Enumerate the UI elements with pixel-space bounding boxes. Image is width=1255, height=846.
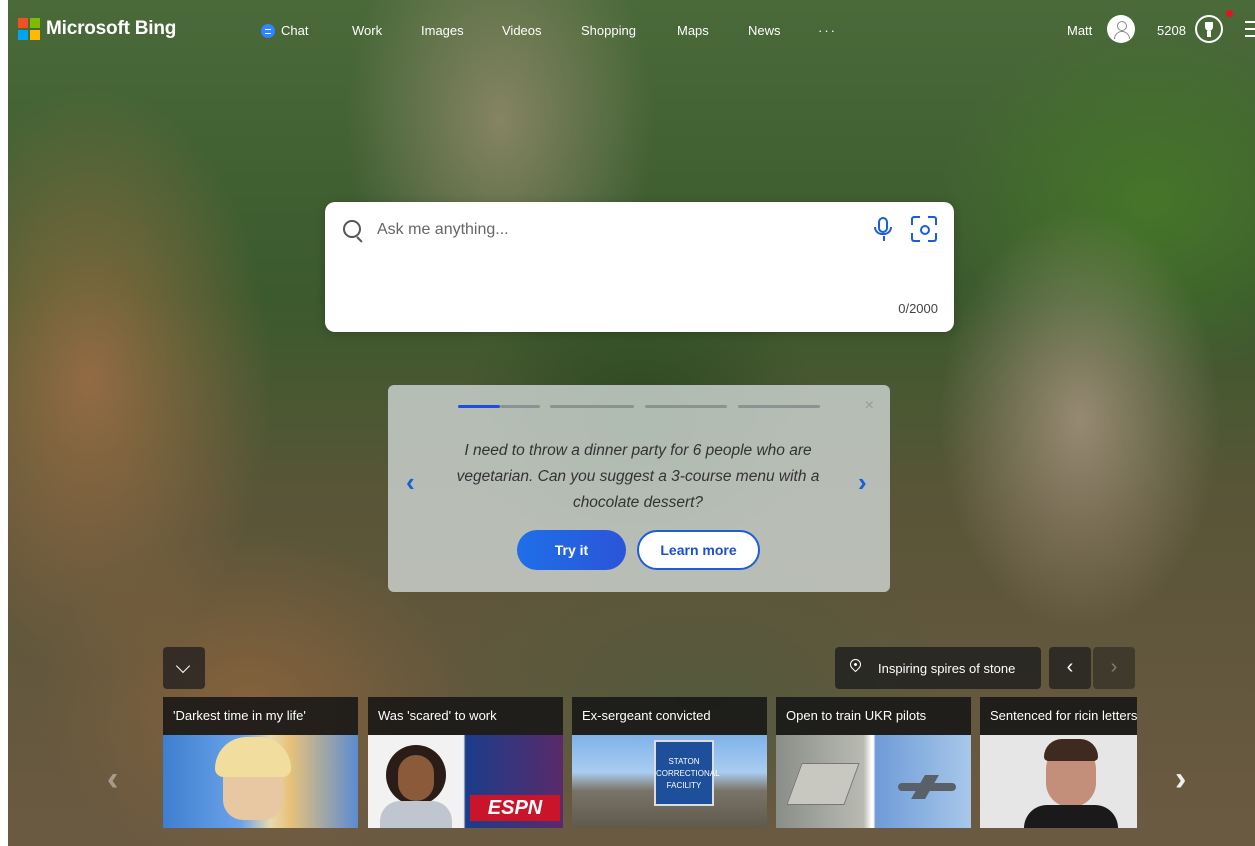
visual-search-icon[interactable] — [911, 216, 937, 242]
rewards-points[interactable]: 5208 — [1157, 23, 1186, 38]
nav-maps[interactable]: Maps — [677, 23, 709, 38]
espn-logo: ESPN — [470, 795, 560, 821]
chevron-left-icon[interactable]: ‹ — [406, 467, 415, 498]
progress-step — [458, 405, 500, 408]
nav-chat[interactable]: Chat — [261, 23, 308, 38]
news-card-image: ESPN — [368, 735, 563, 828]
news-card-image: STATON CORRECTIONAL FACILITY — [572, 735, 767, 828]
image-info-button[interactable]: Inspiring spires of stone — [835, 647, 1041, 689]
news-card[interactable]: Ex-sergeant convicted STATON CORRECTIONAL… — [572, 697, 767, 828]
news-card-title: 'Darkest time in my life' — [163, 697, 358, 735]
news-card[interactable]: Open to train UKR pilots — [776, 697, 971, 828]
microphone-stand — [883, 236, 885, 241]
user-name[interactable]: Matt — [1067, 23, 1092, 38]
news-card-title: Ex-sergeant convicted — [572, 697, 767, 735]
location-pin-icon — [847, 656, 864, 673]
progress-step — [738, 405, 820, 408]
news-card[interactable]: Was 'scared' to work ESPN — [368, 697, 563, 828]
news-carousel: 'Darkest time in my life' Was 'scared' t… — [0, 697, 1255, 829]
news-card-image — [980, 735, 1137, 828]
user-area: Matt 5208 — [895, 10, 1255, 47]
news-card[interactable]: 'Darkest time in my life' — [163, 697, 358, 828]
learn-more-button[interactable]: Learn more — [637, 530, 760, 570]
next-image-button[interactable]: › — [1093, 647, 1135, 689]
microphone-icon[interactable] — [874, 217, 892, 235]
collapse-feed-button[interactable] — [163, 647, 205, 689]
progress-step-remainder — [500, 405, 540, 408]
close-icon[interactable]: × — [865, 397, 874, 415]
news-card-image — [776, 735, 971, 828]
chevron-right-icon[interactable]: › — [858, 467, 867, 498]
news-card-title: Open to train UKR pilots — [776, 697, 971, 735]
search-input[interactable] — [375, 217, 839, 243]
rewards-trophy-icon[interactable] — [1195, 15, 1223, 43]
chat-suggestion-card: × ‹ › I need to throw a dinner party for… — [388, 385, 890, 592]
nav-work[interactable]: Work — [352, 23, 382, 38]
hamburger-menu-icon[interactable] — [1245, 21, 1255, 37]
top-bar: Microsoft Bing Chat Work Images Videos S… — [0, 0, 1255, 62]
image-title: Inspiring spires of stone — [878, 661, 1016, 676]
microsoft-logo-icon — [18, 18, 40, 40]
nav-images[interactable]: Images — [421, 23, 464, 38]
prev-image-button[interactable]: ‹ — [1049, 647, 1091, 689]
nav-videos[interactable]: Videos — [502, 23, 542, 38]
avatar-icon[interactable] — [1107, 15, 1135, 43]
brand-name: Microsoft Bing — [46, 18, 177, 39]
suggestion-text: I need to throw a dinner party for 6 peo… — [456, 442, 820, 511]
news-card[interactable]: Sentenced for ricin letters — [980, 697, 1137, 828]
facility-sign: STATON CORRECTIONAL FACILITY — [654, 740, 720, 806]
bing-logo[interactable]: Microsoft Bing — [18, 18, 176, 40]
nav-more[interactable]: ··· — [818, 23, 837, 38]
char-counter: 0/2000 — [898, 301, 938, 316]
chat-icon — [261, 24, 275, 38]
news-card-image — [163, 735, 358, 828]
search-box: 0/2000 — [325, 202, 954, 332]
nav-shopping[interactable]: Shopping — [581, 23, 636, 38]
news-card-title: Sentenced for ricin letters — [980, 697, 1137, 735]
progress-step — [645, 405, 727, 408]
nav-news[interactable]: News — [748, 23, 781, 38]
progress-step — [550, 405, 634, 408]
notification-dot — [1226, 10, 1233, 17]
search-icon — [343, 220, 361, 238]
news-card-title: Was 'scared' to work — [368, 697, 563, 735]
try-it-button[interactable]: Try it — [517, 530, 626, 570]
